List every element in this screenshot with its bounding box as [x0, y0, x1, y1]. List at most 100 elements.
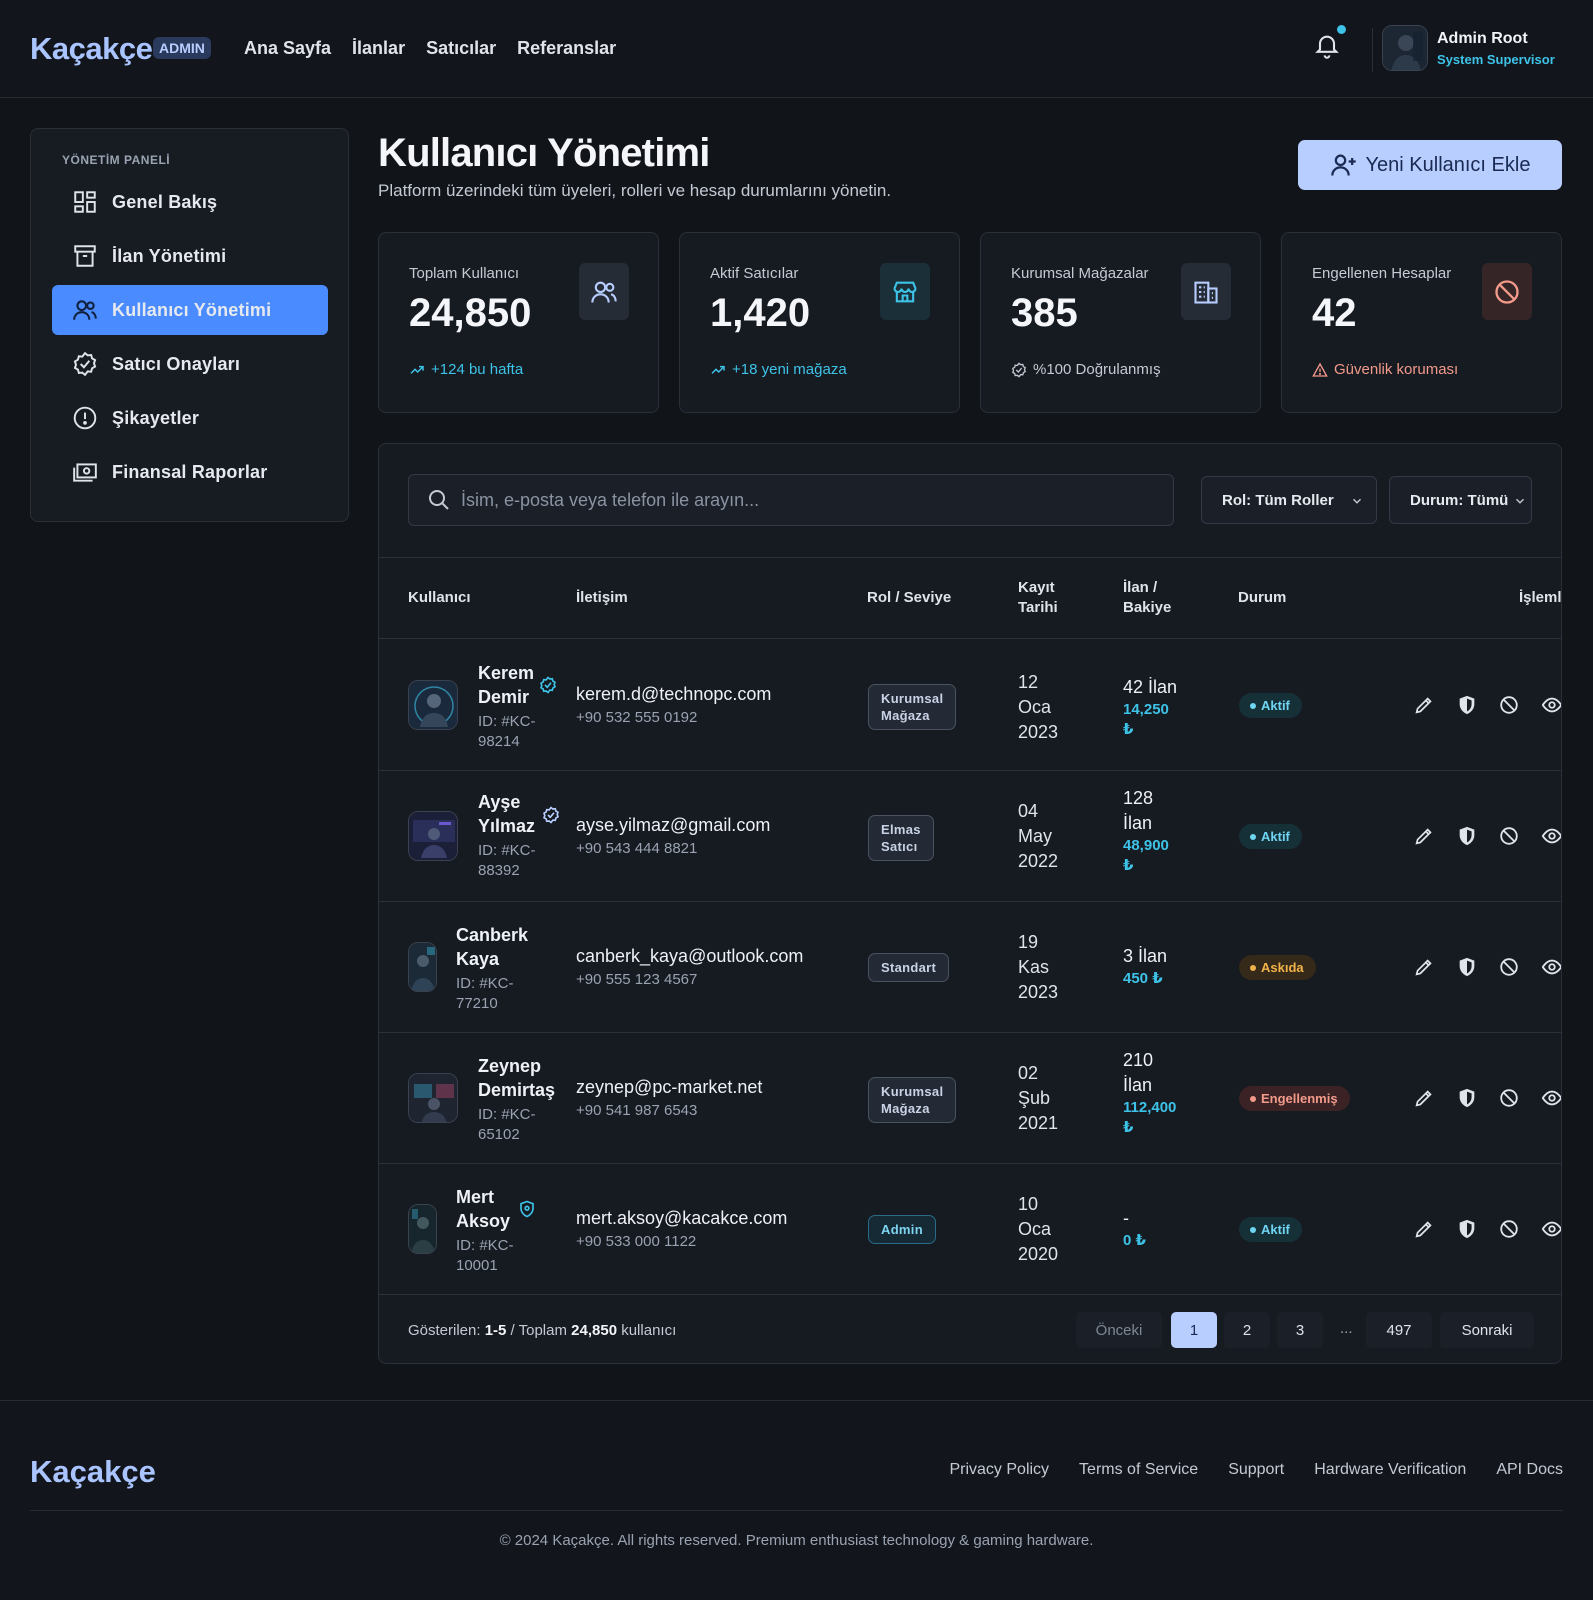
info-prefix: Gösterilen:: [408, 1322, 485, 1339]
stat-label: Aktif Satıcılar: [710, 265, 799, 282]
col-user[interactable]: Kullanıcı: [408, 588, 471, 608]
eye-icon[interactable]: [1541, 694, 1562, 716]
sidebar-item-complaints[interactable]: Şikayetler: [52, 393, 328, 443]
avatar[interactable]: [408, 942, 437, 992]
role-badge: Kurumsal Mağaza: [868, 1077, 957, 1123]
next-page-button[interactable]: Sonraki: [1440, 1312, 1534, 1348]
ban-icon[interactable]: [1498, 825, 1520, 847]
nav-references[interactable]: Referanslar: [517, 38, 616, 59]
balance: 112,400 ₺: [1123, 1098, 1176, 1138]
dashboard-icon: [74, 191, 96, 213]
avatar[interactable]: [408, 1204, 437, 1254]
avatar[interactable]: [408, 811, 458, 861]
user-email[interactable]: zeynep@pc-market.net: [576, 1077, 762, 1098]
eye-icon[interactable]: [1541, 1087, 1562, 1109]
col-actions: İşlemler: [1519, 589, 1562, 606]
main-nav: Ana Sayfa İlanlar Satıcılar Referanslar: [244, 38, 616, 59]
page-button-2[interactable]: 2: [1224, 1312, 1270, 1348]
footer-link-terms[interactable]: Terms of Service: [1079, 1461, 1198, 1479]
page-button-3[interactable]: 3: [1277, 1312, 1323, 1348]
table-row: Kerem Demir ID: #KC- 98214 kerem.d@technop…: [379, 640, 1562, 771]
footer-link-hardware[interactable]: Hardware Verification: [1314, 1461, 1466, 1479]
col-date-line2: Tarihi: [1018, 599, 1058, 616]
avatar[interactable]: [408, 1073, 458, 1123]
stat-foot-text: +18 yeni mağaza: [732, 361, 847, 378]
sidebar-item-label: Şikayetler: [112, 407, 200, 428]
col-listing-balance[interactable]: İlan / Bakiye: [1123, 578, 1171, 618]
shield-icon[interactable]: [1456, 956, 1478, 978]
edit-icon[interactable]: [1413, 1087, 1435, 1109]
trending-up-icon: [410, 365, 424, 374]
page-button-1[interactable]: 1: [1171, 1312, 1217, 1348]
sidebar-item-listings[interactable]: İlan Yönetimi: [52, 231, 328, 281]
shield-icon[interactable]: [1456, 825, 1478, 847]
user-id: ID: #KC- 65102: [478, 1105, 536, 1145]
eye-icon[interactable]: [1541, 956, 1562, 978]
info-range: 1-5: [484, 1322, 507, 1339]
listing-unit: İlan: [1123, 1075, 1153, 1095]
prev-page-button[interactable]: Önceki: [1076, 1312, 1162, 1348]
user-phone: +90 543 444 8821: [576, 840, 698, 857]
ban-icon[interactable]: [1498, 1218, 1520, 1240]
user-last-name: Aksoy: [456, 1211, 511, 1231]
user-name: Zeynep Demirtaş: [478, 1054, 555, 1102]
date-day: 04: [1018, 801, 1039, 821]
eye-icon[interactable]: [1541, 1218, 1562, 1240]
sidebar-item-users[interactable]: Kullanıcı Yönetimi: [52, 285, 328, 335]
search-input[interactable]: [461, 489, 1141, 511]
edit-icon[interactable]: [1413, 1218, 1435, 1240]
status-badge: Engellenmiş: [1239, 1086, 1350, 1111]
status-filter-select[interactable]: Durum: Tümü: [1389, 476, 1532, 524]
col-status[interactable]: Durum: [1238, 588, 1286, 608]
listing-count: 128 İlan: [1123, 786, 1153, 836]
register-date: 02 Şub 2021: [1018, 1061, 1058, 1136]
role-filter-value: Rol: Tüm Roller: [1222, 491, 1334, 509]
role-filter-select[interactable]: Rol: Tüm Roller: [1201, 476, 1377, 524]
stat-card-corporate-stores: Kurumsal Mağazalar 385 %100 Doğrulanmış: [980, 232, 1261, 413]
col-contact[interactable]: İletişim: [576, 588, 628, 608]
footer-link-privacy[interactable]: Privacy Policy: [949, 1461, 1049, 1479]
sidebar-item-overview[interactable]: Genel Bakış: [52, 177, 328, 227]
nav-sellers[interactable]: Satıcılar: [426, 38, 496, 59]
sidebar-item-financial-reports[interactable]: Finansal Raporlar: [52, 447, 328, 497]
footer-logo[interactable]: Kaçakçe: [30, 1454, 156, 1490]
nav-listings[interactable]: İlanlar: [352, 38, 405, 59]
date-month: Oca: [1018, 1219, 1052, 1239]
shield-icon[interactable]: [1456, 694, 1478, 716]
role-line2: Mağaza: [881, 1101, 930, 1116]
archive-icon: [74, 245, 96, 267]
user-email[interactable]: kerem.d@technopc.com: [576, 684, 771, 705]
edit-icon[interactable]: [1413, 956, 1435, 978]
table-row: Ayşe Yılmaz ID: #KC- 88392 ayse.yilmaz@gma…: [379, 771, 1562, 902]
user-email[interactable]: canberk_kaya@outlook.com: [576, 946, 803, 967]
shield-icon[interactable]: [1456, 1218, 1478, 1240]
date-day: 19: [1018, 932, 1039, 952]
listing-count: 210 İlan: [1123, 1048, 1153, 1098]
date-month: Şub: [1018, 1088, 1051, 1108]
page-button-last[interactable]: 497: [1366, 1312, 1432, 1348]
sidebar-item-seller-approvals[interactable]: Satıcı Onayları: [52, 339, 328, 389]
nav-home[interactable]: Ana Sayfa: [244, 38, 331, 59]
user-email[interactable]: mert.aksoy@kacakce.com: [576, 1208, 787, 1229]
footer-link-support[interactable]: Support: [1228, 1461, 1284, 1479]
logo[interactable]: Kaçakçe: [30, 31, 153, 67]
bell-icon[interactable]: [1313, 30, 1341, 62]
date-year: 2021: [1018, 1113, 1059, 1133]
shield-icon[interactable]: [1456, 1087, 1478, 1109]
user-email[interactable]: ayse.yilmaz@gmail.com: [576, 815, 770, 836]
edit-icon[interactable]: [1413, 694, 1435, 716]
col-date[interactable]: Kayıt Tarihi: [1018, 578, 1058, 618]
avatar[interactable]: [408, 680, 458, 730]
edit-icon[interactable]: [1413, 825, 1435, 847]
user-id-prefix: ID: #KC-: [478, 713, 536, 730]
col-role[interactable]: Rol / Seviye: [867, 588, 951, 608]
ban-icon[interactable]: [1498, 694, 1520, 716]
sidebar-item-label: Genel Bakış: [112, 191, 218, 212]
ban-icon[interactable]: [1498, 1087, 1520, 1109]
add-user-button[interactable]: Yeni Kullanıcı Ekle: [1298, 140, 1562, 190]
avatar[interactable]: [1382, 25, 1428, 71]
search-box[interactable]: [408, 474, 1174, 526]
footer-link-api[interactable]: API Docs: [1496, 1461, 1563, 1479]
ban-icon[interactable]: [1498, 956, 1520, 978]
eye-icon[interactable]: [1541, 825, 1562, 847]
